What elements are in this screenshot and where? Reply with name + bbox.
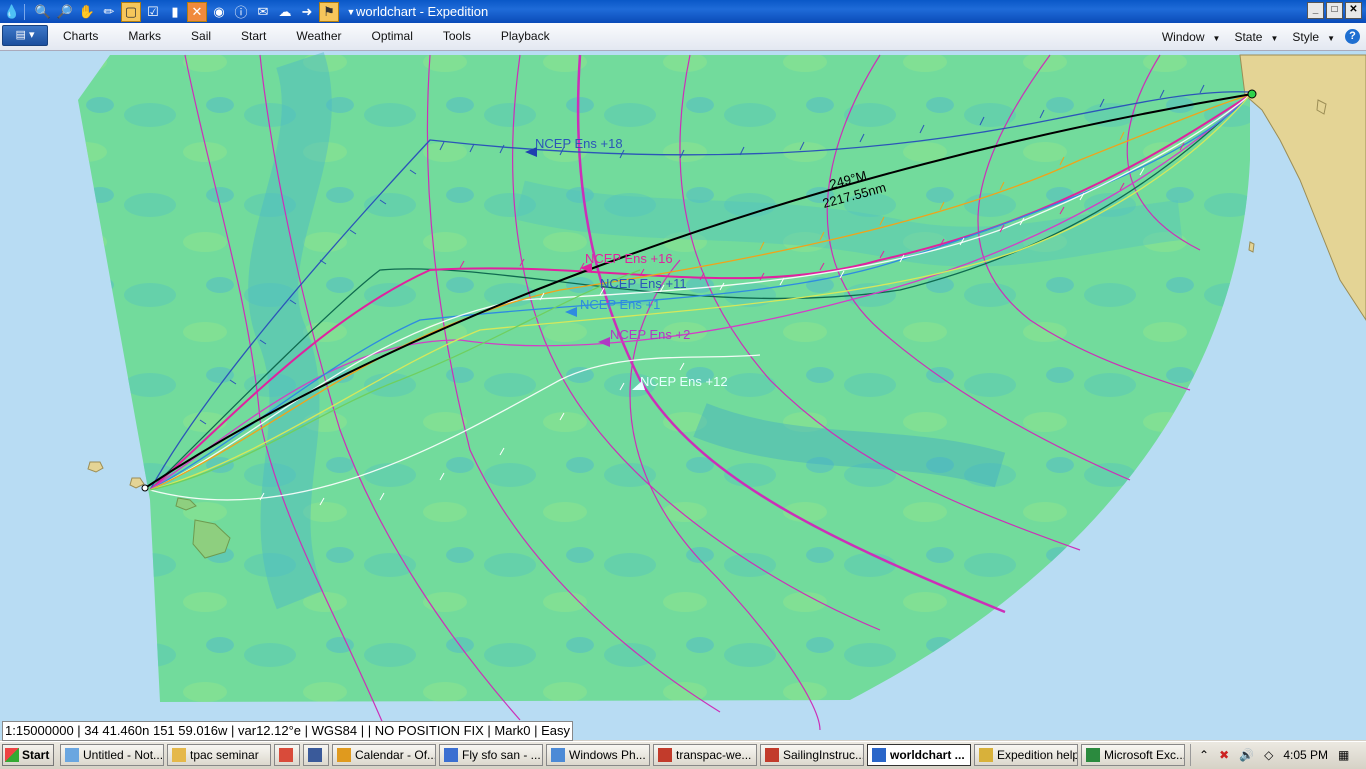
task-buttons: Untitled - Not... tpac seminar Calendar - … — [60, 744, 1185, 766]
app-menu-button[interactable]: ▤ ▾ — [2, 25, 48, 46]
zoom-out-icon[interactable]: 🔎 — [55, 2, 75, 22]
taskbar-button[interactable]: Windows Ph... — [546, 744, 650, 766]
start-mark[interactable] — [1247, 89, 1257, 99]
menu-state[interactable]: State ▼ — [1234, 30, 1278, 44]
ensemble-label: NCEP Ens +18 — [535, 136, 623, 151]
menu-marks[interactable]: Marks — [113, 23, 176, 50]
pdf-icon — [658, 748, 672, 762]
show-desktop-icon[interactable]: ▦ — [1338, 748, 1349, 762]
marks-icon[interactable]: ⚑ — [319, 1, 339, 22]
menu-tools[interactable]: Tools — [428, 23, 486, 50]
menu-bar: ▤ ▾ Charts Marks Sail Start Weather Opti… — [0, 23, 1366, 51]
chart-canvas[interactable]: 249°M 2217.55nm NCEP Ens +18 NCEP Ens +1… — [0, 51, 1366, 740]
taskbar-button-label: transpac-we... — [676, 748, 752, 762]
status-line: 1:15000000 | 34 41.460n 151 59.016w | va… — [2, 721, 574, 741]
photo-icon — [551, 748, 565, 762]
folder-icon[interactable]: ▮ — [165, 2, 185, 22]
window-title: worldchart - Expedition — [356, 4, 489, 19]
taskbar-button-label: worldchart ... — [890, 748, 965, 762]
world-chart[interactable]: 249°M 2217.55nm NCEP Ens +18 NCEP Ens +1… — [0, 51, 1366, 740]
maximize-button[interactable]: □ — [1326, 2, 1343, 19]
taskbar-button[interactable]: Expedition help — [974, 744, 1078, 766]
taskbar-button[interactable] — [303, 744, 329, 766]
close-button[interactable]: ✕ — [1345, 2, 1362, 19]
ensemble-label: NCEP Ens +2 — [610, 327, 690, 342]
taskbar-button[interactable]: Calendar - Of... — [332, 744, 436, 766]
chevron-down-icon: ▼ — [1270, 33, 1279, 43]
info-icon[interactable]: ⓘ — [231, 2, 251, 22]
arrow-app-icon — [308, 748, 322, 762]
menu-start[interactable]: Start — [226, 23, 281, 50]
menu-sail[interactable]: Sail — [176, 23, 226, 50]
taskbar-button-label: Untitled - Not... — [83, 748, 164, 762]
taskbar-button[interactable]: tpac seminar — [167, 744, 271, 766]
finish-mark[interactable] — [141, 484, 149, 492]
toolbar-separator — [24, 3, 31, 20]
close-x-icon[interactable]: ✕ — [187, 1, 207, 22]
folder-icon — [172, 748, 186, 762]
taskbar-button-label: Windows Ph... — [569, 748, 646, 762]
taskbar-button-label: Microsoft Exc... — [1104, 748, 1185, 762]
quick-toolbar: 💧 🔍 🔎 ✋ ✏ ▢ ☑ ▮ ✕ ◉ ⓘ ✉ ☁ ➜ ⚑ ▼ — [2, 1, 361, 22]
pdf-icon — [765, 748, 779, 762]
menu-weather[interactable]: Weather — [281, 23, 356, 50]
island — [1248, 241, 1255, 253]
expedition-drop-icon[interactable]: 💧 — [2, 2, 22, 22]
notepad-icon — [65, 748, 79, 762]
help-icon[interactable]: ? — [1345, 29, 1360, 44]
ensemble-label: NCEP Ens +12 — [640, 374, 728, 389]
ensemble-label: NCEP Ens +1 — [580, 297, 660, 312]
globe-icon[interactable]: ◉ — [209, 2, 229, 22]
chevron-down-icon: ▼ — [1212, 33, 1221, 43]
network-icon[interactable]: ✖ — [1219, 748, 1229, 762]
expedition-icon — [872, 748, 886, 762]
pan-hand-icon[interactable]: ✋ — [77, 2, 97, 22]
taskbar-button[interactable]: Microsoft Exc... — [1081, 744, 1185, 766]
taskbar-button-label: Calendar - Of... — [355, 748, 436, 762]
ensemble-label: NCEP Ens +16 — [585, 251, 673, 266]
taskbar-button-label: Expedition help — [997, 748, 1078, 762]
taskbar-button-label: Fly sfo san - ... — [462, 748, 541, 762]
chevron-up-icon[interactable]: ⌃ — [1199, 748, 1209, 762]
dropbox-icon[interactable]: ◇ — [1264, 748, 1273, 762]
help-icon — [979, 748, 993, 762]
menu-window[interactable]: Window ▼ — [1162, 30, 1221, 44]
taskbar-button[interactable]: Untitled - Not... — [60, 744, 164, 766]
arrow-icon[interactable]: ➜ — [297, 2, 317, 22]
cloud-icon[interactable]: ☁ — [275, 2, 295, 22]
check-icon[interactable]: ☑ — [143, 2, 163, 22]
ensemble-label: NCEP Ens +11 — [600, 276, 687, 291]
pencil-icon[interactable]: ✏ — [99, 2, 119, 22]
minimize-button[interactable]: _ — [1307, 2, 1324, 19]
excel-icon — [1086, 748, 1100, 762]
page-icon[interactable]: ▢ — [121, 1, 141, 22]
chrome-icon — [279, 748, 293, 762]
menu-optimal[interactable]: Optimal — [357, 23, 428, 50]
clock[interactable]: 4:05 PM — [1283, 748, 1328, 762]
zoom-in-icon[interactable]: 🔍 — [33, 2, 53, 22]
volume-icon[interactable]: 🔊 — [1239, 748, 1254, 762]
taskbar-button[interactable]: Fly sfo san - ... — [439, 744, 543, 766]
taskbar-button[interactable] — [274, 744, 300, 766]
title-bar: 💧 🔍 🔎 ✋ ✏ ▢ ☑ ▮ ✕ ◉ ⓘ ✉ ☁ ➜ ⚑ ▼ worldcha… — [0, 0, 1366, 23]
windows-logo-icon — [5, 748, 19, 762]
menu-style[interactable]: Style ▼ — [1292, 30, 1335, 44]
start-button[interactable]: Start — [2, 744, 54, 766]
taskbar-button[interactable]: worldchart ... — [867, 744, 971, 766]
taskbar: Start Untitled - Not... tpac seminar Calen… — [0, 741, 1366, 769]
outlook-icon — [337, 748, 351, 762]
taskbar-button[interactable]: SailingInstruc... — [760, 744, 864, 766]
taskbar-button-label: SailingInstruc... — [783, 748, 864, 762]
menu-charts[interactable]: Charts — [48, 23, 113, 50]
taskbar-button[interactable]: transpac-we... — [653, 744, 757, 766]
taskbar-button-label: tpac seminar — [190, 748, 259, 762]
wind-band — [248, 52, 332, 610]
mail-icon[interactable]: ✉ — [253, 2, 273, 22]
menu-playback[interactable]: Playback — [486, 23, 565, 50]
system-tray: ⌃ ✖ 🔊 ◇ 4:05 PM ▦ — [1190, 744, 1366, 766]
calendar-icon — [444, 748, 458, 762]
chevron-down-icon: ▼ — [1327, 33, 1335, 43]
